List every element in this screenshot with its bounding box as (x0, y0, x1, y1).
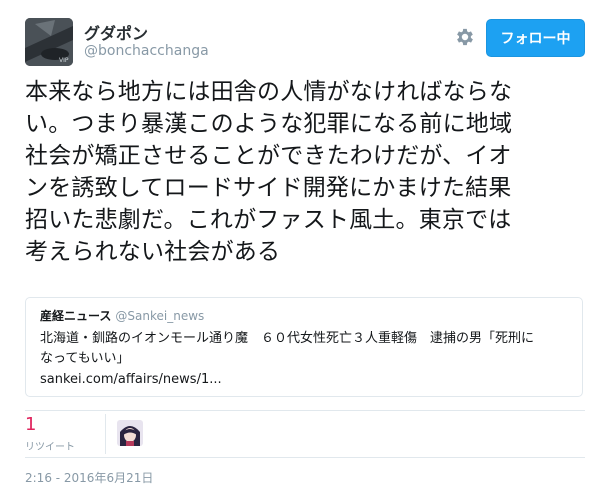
tweet-line: 招いた悲劇だ。これがファスト風土。東京では (25, 207, 512, 233)
retweet-stat[interactable]: 1 リツイート (25, 414, 75, 453)
quoted-author-handle: @Sankei_news (115, 309, 205, 323)
gear-icon[interactable] (454, 26, 476, 48)
quoted-tweet-text: 北海道・釧路のイオンモール通り魔 ６０代女性死亡３人重軽傷 逮捕の男「死刑に な… (40, 329, 570, 369)
tweet-line: 社会が矯正させることができたわけだが、イオ (25, 143, 512, 169)
tweet-text: 本来なら地方には田舎の人情がなければならな い。つまり暴漢このような犯罪になる前… (25, 76, 585, 268)
profile-avatar[interactable]: VIP (25, 18, 73, 66)
quoted-line: なってもいい」 (40, 351, 130, 366)
follow-button[interactable]: フォロー中 (486, 19, 585, 57)
display-name[interactable]: グダポン (84, 20, 148, 44)
quoted-author-name: 産経ニュース (40, 309, 112, 323)
quoted-line: 北海道・釧路のイオンモール通り魔 ６０代女性死亡３人重軽傷 逮捕の男「死刑に (40, 331, 535, 346)
divider (25, 457, 585, 458)
tweet-line: 本来なら地方には田舎の人情がなければならな (25, 79, 513, 105)
divider (25, 410, 585, 411)
retweet-label: リツイート (25, 442, 75, 453)
svg-text:VIP: VIP (59, 57, 69, 64)
retweet-count: 1 (25, 414, 37, 435)
quoted-tweet-card[interactable]: 産経ニュース @Sankei_news 北海道・釧路のイオンモール通り魔 ６０代女… (25, 297, 583, 397)
quoted-link[interactable]: sankei.com/affairs/news/1... (40, 372, 222, 387)
tweet-line: ンを誘致してロードサイド開発にかまけた結果 (25, 175, 512, 201)
tweet-timestamp[interactable]: 2:16 - 2016年6月21日 (25, 469, 153, 486)
tweet-line: 考えられない社会がある (25, 239, 281, 265)
retweeter-avatar[interactable] (117, 420, 143, 446)
tweet-line: い。つまり暴漢このような犯罪になる前に地域 (25, 111, 513, 137)
stat-divider (105, 414, 106, 454)
screen-name[interactable]: @bonchacchanga (84, 43, 209, 59)
quoted-tweet-header: 産経ニュース @Sankei_news (40, 307, 204, 324)
